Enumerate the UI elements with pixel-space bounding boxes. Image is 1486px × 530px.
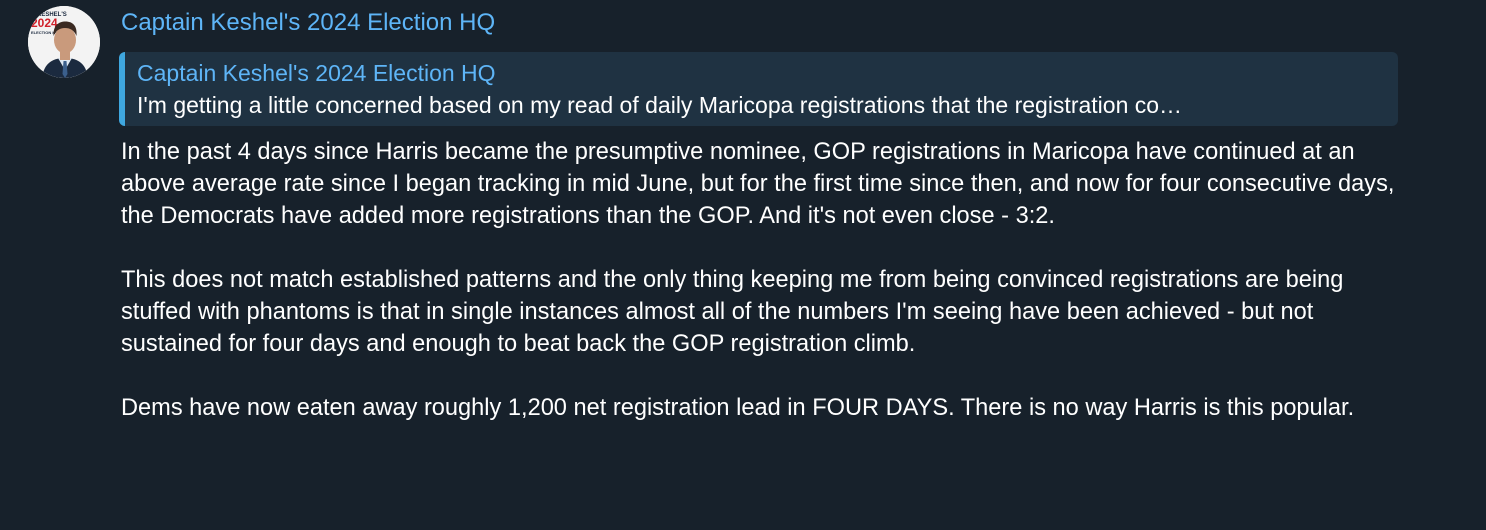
profile-photo-icon: N KESHEL'S 2024 ELECTION HQ [28,6,100,78]
channel-avatar[interactable]: N KESHEL'S 2024 ELECTION HQ [28,6,100,78]
message-text: In the past 4 days since Harris became t… [121,139,1395,421]
sender-name[interactable]: Captain Keshel's 2024 Election HQ [121,7,495,39]
avatar-logo-line2: 2024 [31,16,58,30]
reply-title: Captain Keshel's 2024 Election HQ [137,60,496,86]
reply-quote[interactable]: Captain Keshel's 2024 Election HQ I'm ge… [119,52,1398,126]
reply-accent-bar [119,52,125,126]
reply-preview: I'm getting a little concerned based on … [137,92,1183,118]
channel-message: N KESHEL'S 2024 ELECTION HQ Captain Kesh… [0,0,1486,530]
